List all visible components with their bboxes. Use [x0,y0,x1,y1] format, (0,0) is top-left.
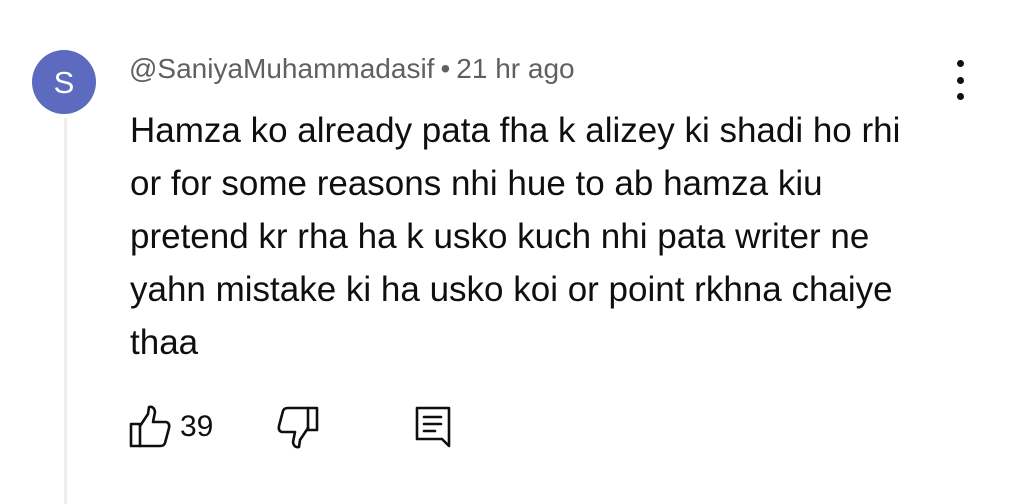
avatar-letter: S [53,64,75,100]
more-vertical-icon[interactable] [944,60,976,100]
menu-dot [956,93,964,100]
comment-body-line: yahn mistake ki ha usko koi or point rkh… [130,270,893,309]
reply-comment-icon [412,404,454,450]
comment-body-line: thaa [130,323,199,362]
separator-dot: • [440,53,451,84]
comment-header: @SaniyaMuhammadasif • 21 hr ago [129,51,575,87]
thumbs-down-icon [276,404,320,450]
menu-dot [956,76,964,84]
timestamp[interactable]: 21 hr ago [456,53,574,84]
avatar[interactable]: S [32,50,96,114]
comment-body: Hamza ko already pata fha k alizey ki sh… [130,104,950,369]
reply-button[interactable] [412,404,454,450]
comment-body-line: pretend kr rha ha k usko kuch nhi pata w… [130,217,870,256]
comment-body-line: Hamza ko already pata fha k alizey ki sh… [130,111,901,150]
dislike-button[interactable] [276,404,320,450]
like-button[interactable]: 39 [128,404,213,450]
like-count: 39 [180,410,214,443]
comment-actions: 39 [0,398,1024,454]
author-name[interactable]: @SaniyaMuhammadasif [129,53,434,84]
comment-body-line: or for some reasons nhi hue to ab hamza … [130,164,823,203]
menu-dot [956,60,964,67]
thumbs-up-icon [128,404,172,450]
